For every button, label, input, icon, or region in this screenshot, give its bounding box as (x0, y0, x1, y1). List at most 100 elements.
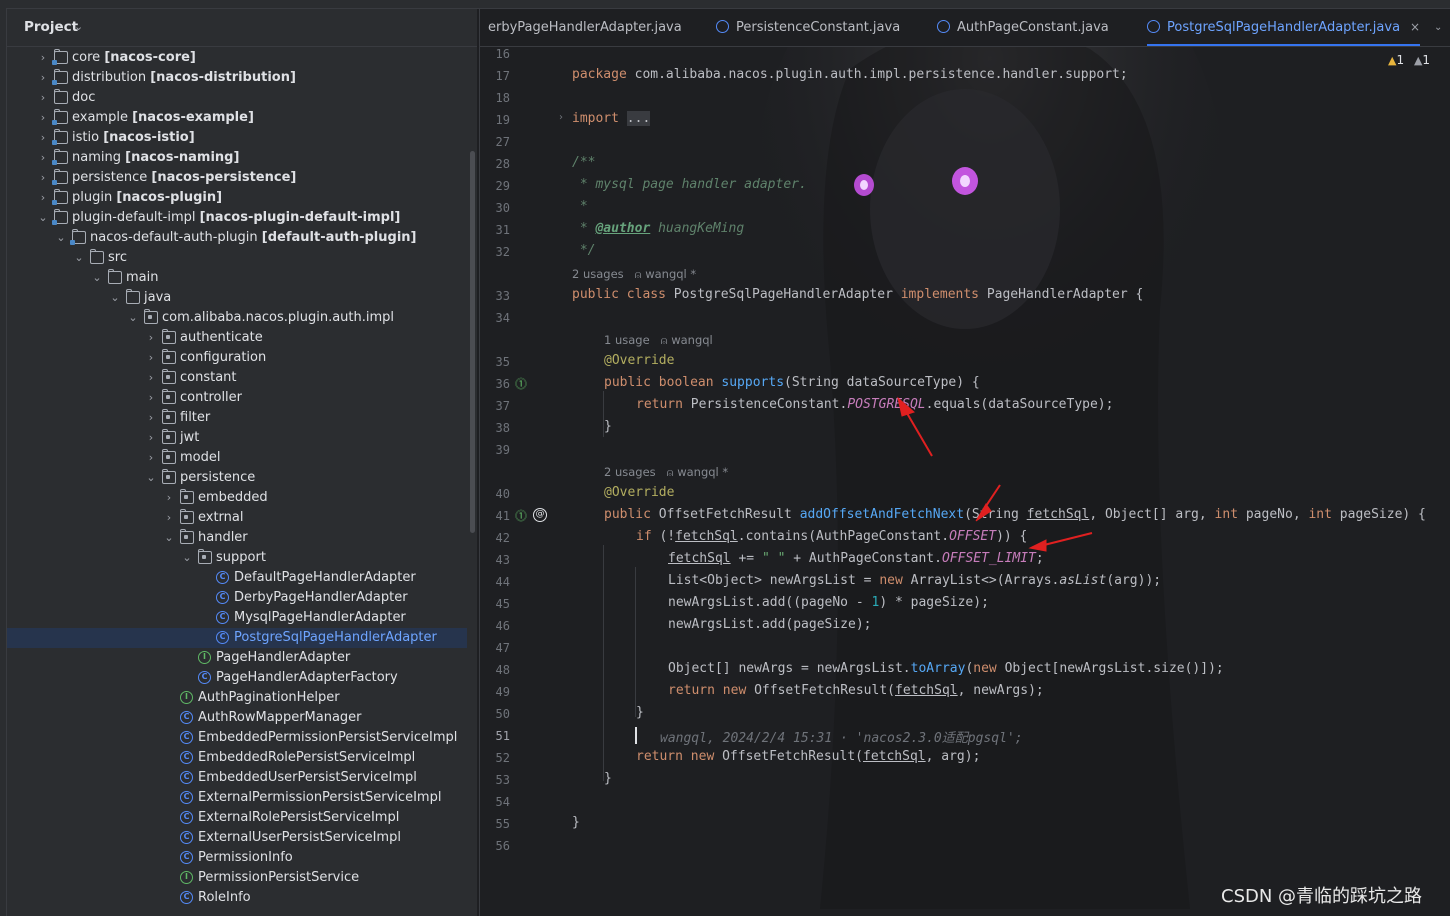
line-number[interactable]: 37 (480, 399, 510, 413)
tree-item[interactable]: ⌄ java (7, 288, 467, 308)
tree-item[interactable]: › jwt (7, 428, 467, 448)
chevron-right-icon[interactable]: › (163, 488, 175, 508)
line-number[interactable]: 52 (480, 751, 510, 765)
chevron-down-icon[interactable]: ⌄ (109, 288, 121, 308)
project-scrollbar[interactable] (470, 151, 475, 533)
tree-item[interactable]: ⌄ plugin-default-impl [nacos-plugin-defau… (7, 208, 467, 228)
line-number[interactable]: 40 (480, 487, 510, 501)
line-number[interactable]: 47 (480, 641, 510, 655)
line-number[interactable]: 43 (480, 553, 510, 567)
chevron-right-icon[interactable]: › (145, 448, 157, 468)
tree-item[interactable]: ⌄ main (7, 268, 467, 288)
tree-item[interactable]: C MysqlPageHandlerAdapter (7, 608, 467, 628)
chevron-right-icon[interactable]: › (37, 68, 49, 88)
tree-item[interactable]: › naming [nacos-naming] (7, 148, 467, 168)
tree-item[interactable]: C DerbyPageHandlerAdapter (7, 588, 467, 608)
line-number[interactable]: 33 (480, 289, 510, 303)
chevron-right-icon[interactable]: › (145, 388, 157, 408)
chevron-right-icon[interactable]: › (37, 48, 49, 68)
tree-item[interactable]: C AuthRowMapperManager (7, 708, 467, 728)
chevron-right-icon[interactable]: › (145, 348, 157, 368)
line-number[interactable]: 17 (480, 69, 510, 83)
line-number[interactable]: 49 (480, 685, 510, 699)
tree-item[interactable]: C ExternalRolePersistServiceImpl (7, 808, 467, 828)
line-number[interactable]: 30 (480, 201, 510, 215)
chevron-down-icon[interactable]: ⌄ (55, 228, 67, 248)
chevron-right-icon[interactable]: › (145, 408, 157, 428)
line-number[interactable]: 55 (480, 817, 510, 831)
chevron-down-icon[interactable]: ⌄ (37, 208, 49, 228)
line-number[interactable]: 54 (480, 795, 510, 809)
tree-item[interactable]: C EmbeddedUserPersistServiceImpl (7, 768, 467, 788)
tree-item[interactable]: › controller (7, 388, 467, 408)
fold-chevron-icon[interactable]: › (559, 112, 563, 123)
tree-item[interactable]: › extrnal (7, 508, 467, 528)
tree-item[interactable]: › constant (7, 368, 467, 388)
tree-item[interactable]: › configuration (7, 348, 467, 368)
project-panel-title[interactable]: Project (24, 19, 78, 35)
line-number[interactable]: 41 (480, 509, 510, 523)
chevron-right-icon[interactable]: › (37, 188, 49, 208)
chevron-right-icon[interactable]: › (37, 148, 49, 168)
line-number[interactable]: 48 (480, 663, 510, 677)
code-editor[interactable]: erbyPageHandlerAdapter.java PersistenceC… (479, 9, 1450, 916)
method-usages-hint[interactable]: 1 usage ⍝ wangql (604, 333, 713, 348)
at-annotation-icon[interactable]: @ (533, 508, 547, 522)
line-number[interactable]: 27 (480, 135, 510, 149)
warnings-indicator[interactable]: ▲1 ▲1 (1388, 53, 1430, 67)
line-number[interactable]: 42 (480, 531, 510, 545)
line-number[interactable]: 38 (480, 421, 510, 435)
tree-item[interactable]: › istio [nacos-istio] (7, 128, 467, 148)
line-number[interactable]: 32 (480, 245, 510, 259)
line-number[interactable]: 44 (480, 575, 510, 589)
chevron-right-icon[interactable]: › (37, 108, 49, 128)
chevron-down-icon[interactable]: ⌄ (163, 528, 175, 548)
line-number[interactable]: 18 (480, 91, 510, 105)
tree-item[interactable]: C EmbeddedRolePersistServiceImpl (7, 748, 467, 768)
git-blame-annotation[interactable]: wangql, 2024/2/4 15:31 · 'nacos2.3.0适配pg… (660, 727, 1023, 746)
line-number[interactable]: 45 (480, 597, 510, 611)
tree-item[interactable]: C DefaultPageHandlerAdapter (7, 568, 467, 588)
class-usages-hint[interactable]: 2 usages ⍝ wangql * (572, 267, 696, 282)
line-number[interactable]: 19 (480, 113, 510, 127)
chevron-right-icon[interactable]: › (163, 508, 175, 528)
tree-item[interactable]: › plugin [nacos-plugin] (7, 188, 467, 208)
chevron-right-icon[interactable]: › (37, 88, 49, 108)
tree-item[interactable]: C RoleInfo (7, 888, 467, 908)
line-number[interactable]: 50 (480, 707, 510, 721)
tree-item[interactable]: C EmbeddedPermissionPersistServiceImpl (7, 728, 467, 748)
line-number[interactable]: 16 (480, 47, 510, 61)
line-number[interactable]: 36 (480, 377, 510, 391)
line-number[interactable]: 53 (480, 773, 510, 787)
chevron-right-icon[interactable]: › (37, 168, 49, 188)
tree-item[interactable]: › embedded (7, 488, 467, 508)
line-number[interactable]: 39 (480, 443, 510, 457)
chevron-down-icon[interactable]: ⌄ (181, 548, 193, 568)
tree-item[interactable]: I PageHandlerAdapter (7, 648, 467, 668)
chevron-down-icon[interactable]: ⌄ (91, 268, 103, 288)
tree-item[interactable]: › filter (7, 408, 467, 428)
tree-item[interactable]: ⌄ handler (7, 528, 467, 548)
chevron-right-icon[interactable]: › (145, 368, 157, 388)
tab-derby-adapter[interactable]: erbyPageHandlerAdapter.java (488, 9, 682, 46)
chevron-right-icon[interactable]: › (145, 328, 157, 348)
tab-auth-page-constant[interactable]: AuthPageConstant.java (937, 9, 1109, 46)
tree-item[interactable]: I AuthPaginationHelper (7, 688, 467, 708)
chevron-down-icon[interactable]: ⌄ (74, 20, 83, 33)
implements-method-icon[interactable]: ⓵ (515, 507, 527, 524)
tree-item[interactable]: ⌄ com.alibaba.nacos.plugin.auth.impl (7, 308, 467, 328)
chevron-down-icon[interactable]: ⌄ (73, 248, 85, 268)
tree-item[interactable]: C ExternalUserPersistServiceImpl (7, 828, 467, 848)
tree-item[interactable]: › example [nacos-example] (7, 108, 467, 128)
tree-item[interactable]: C PermissionInfo (7, 848, 467, 868)
chevron-down-icon[interactable]: ⌄ (127, 308, 139, 328)
tree-item[interactable]: › persistence [nacos-persistence] (7, 168, 467, 188)
tree-item[interactable]: C PostgreSqlPageHandlerAdapter (7, 628, 467, 648)
line-number[interactable]: 28 (480, 157, 510, 171)
line-number[interactable]: 46 (480, 619, 510, 633)
chevron-down-icon[interactable]: ⌄ (145, 468, 157, 488)
tree-item[interactable]: I PermissionPersistService (7, 868, 467, 888)
tree-item[interactable]: › core [nacos-core] (7, 48, 467, 68)
tree-item[interactable]: C ExternalPermissionPersistServiceImpl (7, 788, 467, 808)
tree-item[interactable]: › authenticate (7, 328, 467, 348)
